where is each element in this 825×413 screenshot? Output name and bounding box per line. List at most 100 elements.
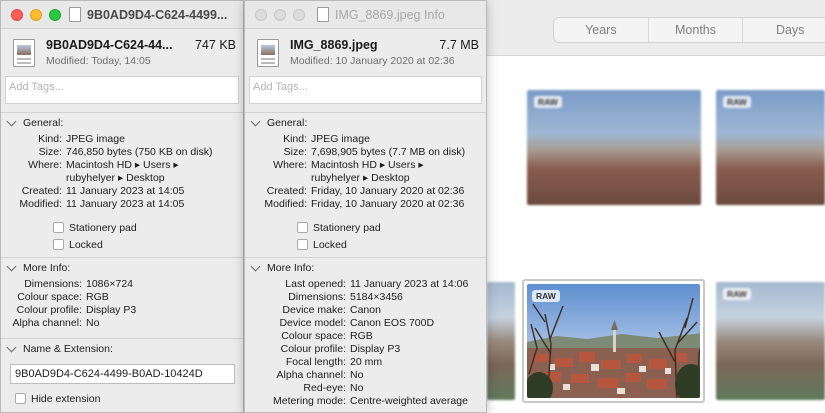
selected-photo-thumbnail[interactable]: RAW [522,279,705,403]
raw-badge: RAW [723,288,751,300]
property-row: Kind: JPEG image [245,133,486,146]
property-key: Alpha channel: [12,317,82,329]
general-properties: Kind: JPEG image Size: 746,850 bytes (750 … [1,132,243,211]
property-value: 11 January 2023 at 14:05 [66,198,185,210]
tags-field[interactable]: Add Tags... [249,76,482,104]
property-row: rubyhelyer ▸ Desktop [245,172,486,185]
property-key: Colour space: [281,330,346,342]
general-section-toggle[interactable]: General: [1,112,243,132]
property-value: Display P3 [86,304,137,316]
property-row: Metering mode: Centre-weighted average [245,395,486,408]
more-info-section-toggle[interactable]: More Info: [245,257,486,277]
section-label: General: [23,116,64,129]
zoom-button[interactable] [49,9,61,21]
property-row: Last opened: 11 January 2023 at 14:06 [245,278,486,291]
property-value: rubyhelyer ▸ Desktop [66,172,165,184]
tags-field[interactable]: Add Tags... [5,76,239,104]
property-value: 7,698,905 bytes (7.7 MB on disk) [311,146,466,158]
property-row: Colour space: RGB [1,291,243,304]
property-value: Macintosh HD ▸ Users ▸ [311,159,424,171]
property-key: Metering mode: [273,395,346,407]
close-button[interactable] [11,9,23,21]
property-row: Kind: JPEG image [1,133,243,146]
title-bar: 9B0AD9D4-C624-4499... [1,1,243,29]
photo-thumbnail[interactable] [487,282,515,400]
photo-thumbnail[interactable]: RAW [527,90,701,205]
photo-thumbnail[interactable]: RAW [716,282,825,400]
window-title: IMG_8869.jpeg Info [335,8,445,22]
property-value: 20 mm [350,356,383,368]
chevron-down-icon [6,342,17,352]
checkbox[interactable] [297,222,308,233]
chevron-down-icon [6,116,17,126]
file-size: 7.7 MB [439,38,479,52]
property-row: Alpha channel: No [1,317,243,330]
minimize-button[interactable] [274,9,286,21]
property-key: Device make: [282,304,346,316]
checkbox[interactable] [53,222,64,233]
locked-checkbox[interactable]: Locked [1,236,243,253]
property-value: Canon [350,304,381,316]
name-extension-section-toggle[interactable]: Name & Extension: [1,338,243,358]
chevron-down-icon [250,116,261,126]
section-label: More Info: [23,261,71,274]
property-value: Display P3 [350,343,401,355]
property-key: Colour profile: [280,343,346,355]
zoom-button[interactable] [293,9,305,21]
property-key: Dimensions: [288,291,346,303]
property-value: Centre-weighted average [350,395,468,407]
more-info-section-toggle[interactable]: More Info: [1,257,243,277]
window-title: 9B0AD9D4-C624-4499... [87,8,228,22]
tab-months[interactable]: Months [649,18,744,42]
property-row: Modified: 11 January 2023 at 14:05 [1,198,243,211]
checkbox-label: Stationery pad [69,221,137,234]
property-row: Modified: Friday, 10 January 2020 at 02:3… [245,198,486,211]
property-key: Dimensions: [24,278,82,290]
property-key: Kind: [283,133,307,145]
property-key: Device model: [279,317,346,329]
minimize-button[interactable] [30,9,42,21]
tab-days[interactable]: Days [743,18,825,42]
section-label: Name & Extension: [23,342,113,355]
more-info-properties: Dimensions: 1086×724 Colour space: RGB Col… [1,277,243,330]
general-properties: Kind: JPEG image Size: 7,698,905 bytes (7.… [245,132,486,211]
property-key: Colour profile: [16,304,82,316]
property-value: 1086×724 [86,278,134,290]
info-window-2: IMG_8869.jpeg Info IMG_8869.jpeg 7.7 MB … [244,0,487,413]
property-row: Alpha channel: No [245,369,486,382]
property-row: Created: Friday, 10 January 2020 at 02:36 [245,185,486,198]
checkbox[interactable] [297,239,308,250]
property-row: Red-eye: No [245,382,486,395]
file-size: 747 KB [194,38,236,52]
photo-thumbnail[interactable]: RAW [716,90,825,205]
property-key: Red-eye: [303,382,346,394]
close-button[interactable] [255,9,267,21]
file-name: 9B0AD9D4-C624-44... [46,38,173,52]
name-extension-input[interactable]: 9B0AD9D4-C624-4499-B0AD-10424D [10,364,235,384]
checkbox-label: Locked [313,238,347,251]
checkbox-label: Hide extension [31,392,101,405]
general-section-toggle[interactable]: General: [245,112,486,132]
property-row: Focal length: 20 mm [245,356,486,369]
property-key: Last opened: [285,278,346,290]
property-key: Modified: [19,198,62,210]
window-controls [11,9,61,21]
property-key: Alpha channel: [276,369,346,381]
file-header: 9B0AD9D4-C624-44... 747 KB Modified: Tod… [1,29,243,74]
locked-checkbox[interactable]: Locked [245,236,486,253]
property-value: RGB [350,330,373,342]
checkbox[interactable] [15,393,26,404]
checkbox[interactable] [53,239,64,250]
property-key: Created: [266,185,307,197]
property-row: Device model: Canon EOS 700D [245,317,486,330]
hide-extension-checkbox[interactable]: Hide extension [1,390,243,407]
property-value: Macintosh HD ▸ Users ▸ [66,159,179,171]
raw-badge: RAW [723,96,751,108]
tab-years[interactable]: Years [554,18,649,42]
property-row: Colour profile: Display P3 [245,343,486,356]
property-row: rubyhelyer ▸ Desktop [1,172,243,185]
checkbox-label: Stationery pad [313,221,381,234]
stationery-pad-checkbox[interactable]: Stationery pad [1,219,243,236]
stationery-pad-checkbox[interactable]: Stationery pad [245,219,486,236]
property-value: 11 January 2023 at 14:06 [350,278,469,290]
